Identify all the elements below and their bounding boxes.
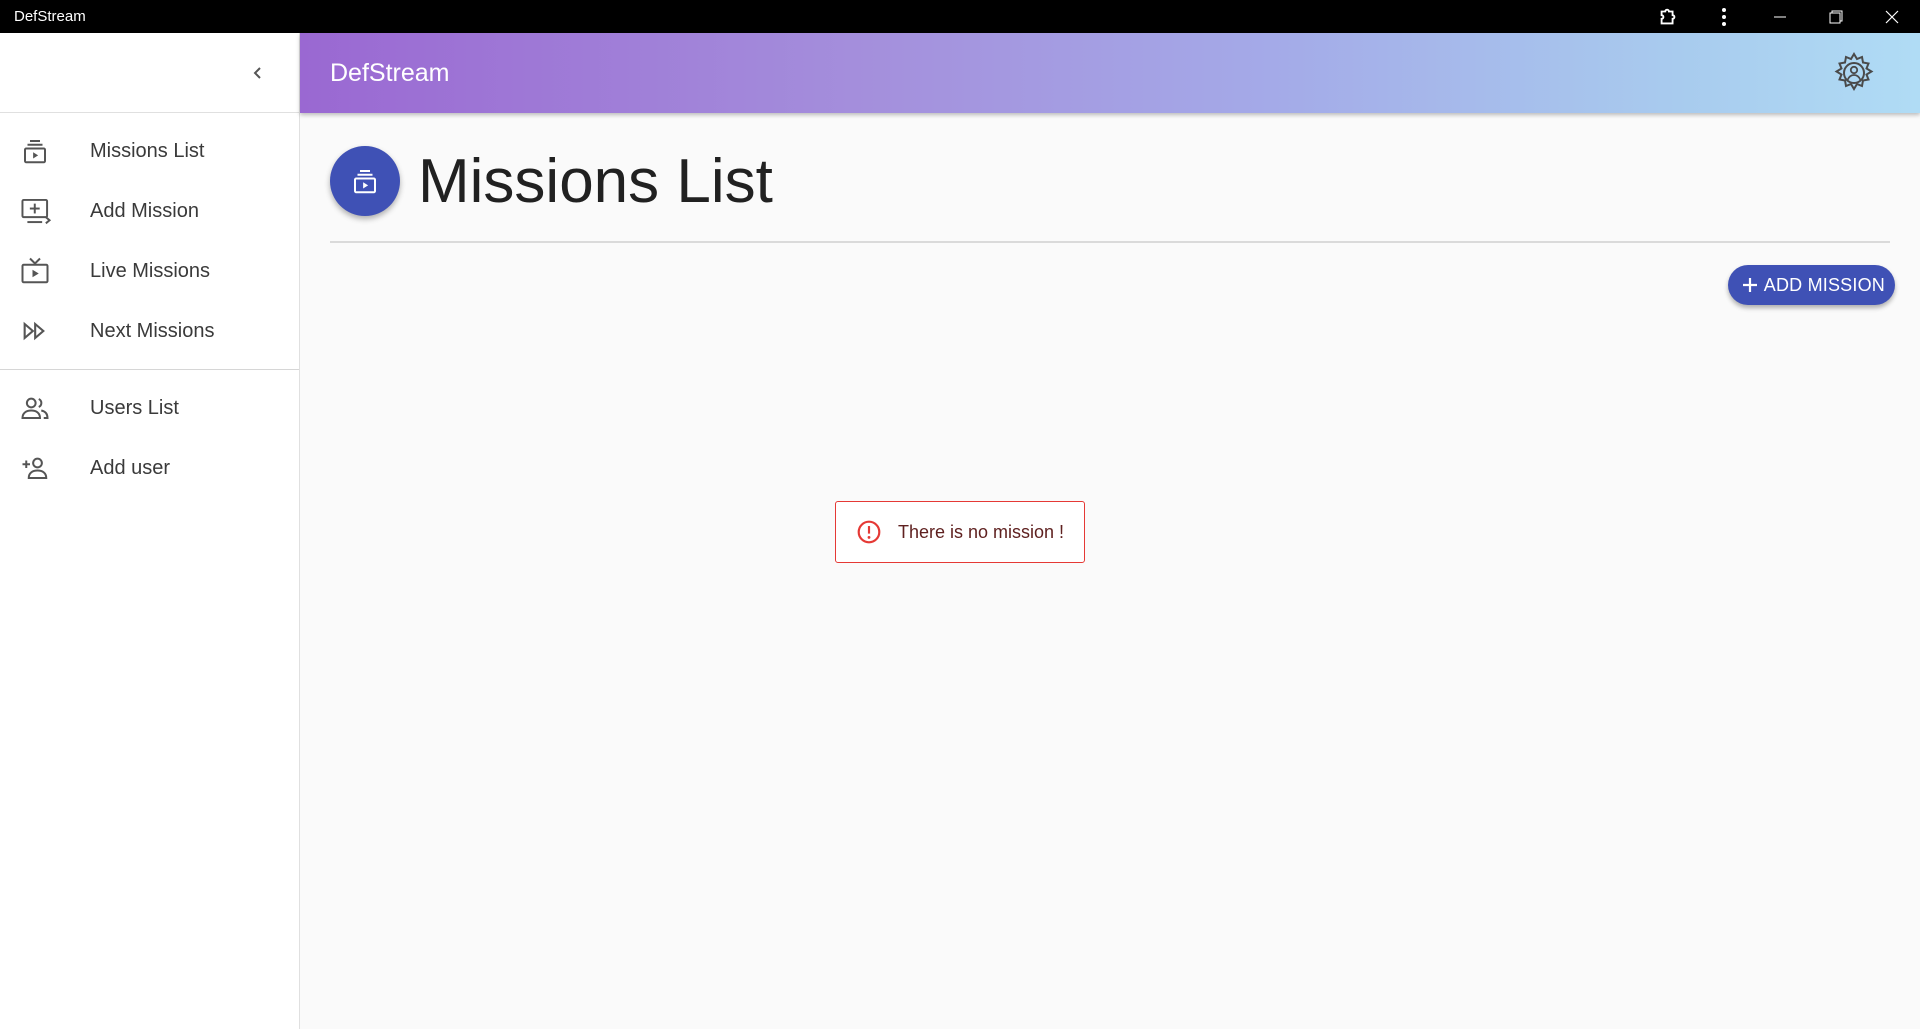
empty-state-alert: There is no mission !: [835, 501, 1085, 563]
sidebar-item-label: Users List: [90, 396, 179, 419]
sidebar-item-label: Add user: [90, 456, 171, 479]
missions-list-icon: [0, 136, 90, 166]
restore-icon: [1829, 10, 1843, 23]
sidebar-item-add-user[interactable]: Add user: [0, 438, 299, 498]
restore-button[interactable]: [1808, 0, 1864, 33]
more-options-button[interactable]: [1696, 0, 1752, 33]
app-header: DefStream: [300, 33, 1920, 113]
sidebar-item-missions-list[interactable]: Missions List: [0, 121, 299, 181]
page-title: Missions List: [418, 146, 773, 216]
extensions-button[interactable]: [1640, 0, 1696, 33]
window-titlebar: DefStream: [0, 0, 1920, 33]
sidebar-item-live-missions[interactable]: Live Missions: [0, 241, 299, 301]
page-header: Missions List: [330, 113, 1895, 243]
next-missions-icon: [0, 317, 90, 345]
close-icon: [1885, 10, 1899, 23]
more-vertical-icon: [1722, 7, 1726, 26]
sidebar-item-label: Next Missions: [90, 319, 215, 342]
sidebar: Missions List Add Mission Live Missions …: [0, 33, 300, 1029]
sidebar-item-label: Missions List: [90, 139, 205, 162]
main-content: Missions List ADD MISSION: [330, 113, 1895, 313]
app-brand: DefStream: [330, 58, 450, 87]
sidebar-missions-group: Missions List Add Mission Live Missions …: [0, 113, 299, 370]
gear-icon: [1834, 52, 1874, 91]
sidebar-item-add-mission[interactable]: Add Mission: [0, 181, 299, 241]
settings-button[interactable]: [1830, 49, 1878, 97]
sidebar-item-users-list[interactable]: Users List: [0, 378, 299, 438]
missions-list-icon: [354, 170, 376, 194]
close-button[interactable]: [1864, 0, 1920, 33]
chevron-left-icon: [253, 67, 261, 79]
actions-bar: ADD MISSION: [330, 243, 1895, 313]
live-missions-icon: [0, 256, 90, 286]
sidebar-item-label: Add Mission: [90, 199, 199, 222]
window-title: DefStream: [14, 8, 86, 25]
error-outline-icon: [857, 520, 881, 544]
puzzle-icon: [1660, 8, 1676, 24]
add-mission-button[interactable]: ADD MISSION: [1727, 265, 1895, 305]
users-list-icon: [0, 393, 90, 423]
collapse-sidebar-button[interactable]: [242, 57, 274, 89]
add-mission-button-label: ADD MISSION: [1763, 274, 1885, 295]
sidebar-header: [0, 33, 299, 113]
add-user-icon: [0, 453, 90, 483]
empty-state-message: There is no mission !: [898, 521, 1065, 542]
minimize-icon: [1774, 16, 1786, 17]
sidebar-item-label: Live Missions: [90, 259, 211, 282]
add-mission-icon: [0, 196, 90, 226]
minimize-button[interactable]: [1752, 0, 1808, 33]
sidebar-item-next-missions[interactable]: Next Missions: [0, 301, 299, 361]
plus-icon: [1742, 278, 1757, 292]
sidebar-users-group: Users List Add user: [0, 370, 299, 506]
page-avatar: [330, 146, 400, 216]
